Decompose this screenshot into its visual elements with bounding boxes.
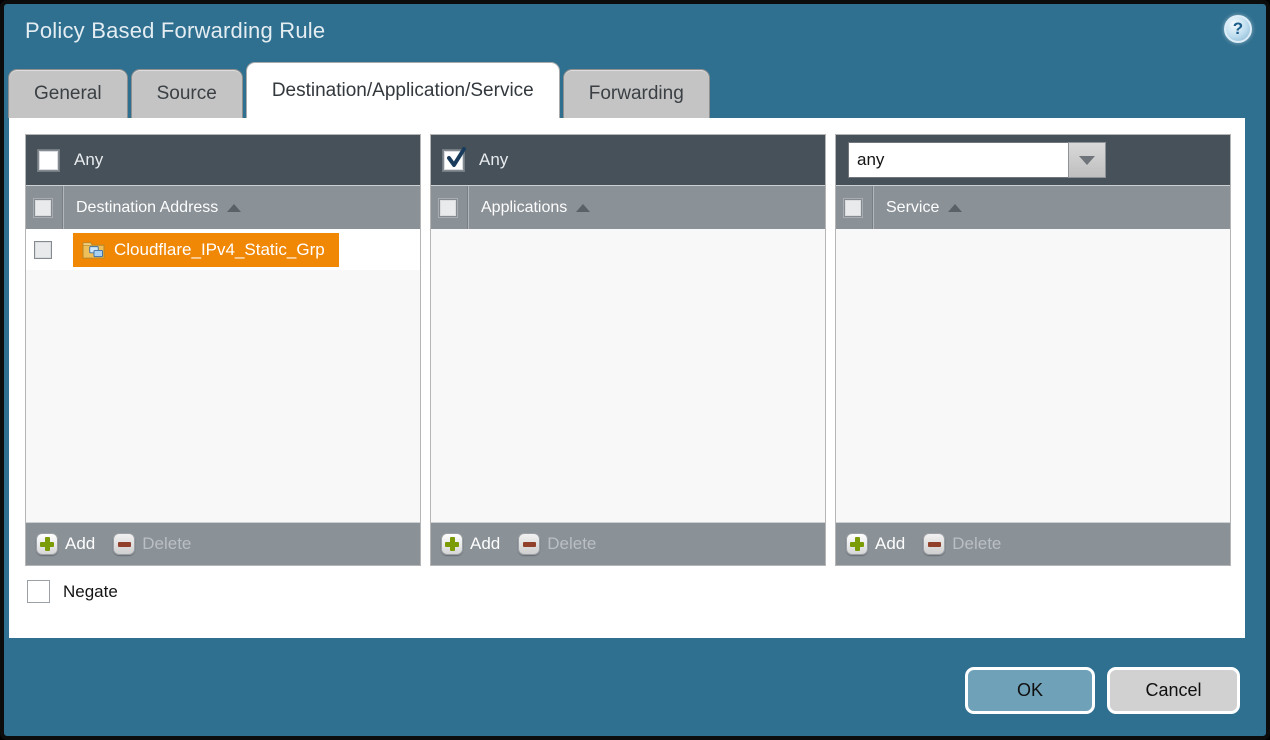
delete-button[interactable]: Delete [923, 533, 1001, 555]
destination-address-panel: Any Destination Address [25, 134, 421, 566]
service-footer-bar: Add Delete [836, 523, 1230, 565]
destination-address-column-header[interactable]: Destination Address [26, 185, 420, 229]
destination-any-bar: Any [26, 135, 420, 185]
ok-button[interactable]: OK [965, 667, 1095, 714]
applications-footer-bar: Add Delete [431, 523, 825, 565]
delete-button[interactable]: Delete [113, 533, 191, 555]
service-panel: any Service Add [835, 134, 1231, 566]
address-group-item[interactable]: Cloudflare_IPv4_Static_Grp [73, 233, 339, 267]
dialog-buttons: OK Cancel [965, 667, 1240, 714]
service-list [836, 229, 1230, 523]
tab-general[interactable]: General [8, 69, 128, 118]
address-group-icon [82, 240, 105, 259]
service-dropdown-value[interactable]: any [848, 142, 1068, 178]
sort-ascending-icon [227, 204, 241, 212]
applications-any-bar: Any [431, 135, 825, 185]
tab-forwarding[interactable]: Forwarding [563, 69, 710, 118]
service-select-all-checkbox[interactable] [844, 199, 862, 217]
selection-columns: Any Destination Address [25, 134, 1231, 566]
destination-footer-bar: Add Delete [26, 523, 420, 565]
destination-address-header-label: Destination Address [76, 199, 218, 217]
sort-ascending-icon [576, 204, 590, 212]
table-row[interactable]: Cloudflare_IPv4_Static_Grp [26, 229, 420, 270]
tab-source[interactable]: Source [131, 69, 243, 118]
negate-label: Negate [63, 582, 118, 602]
column-divider [872, 186, 873, 229]
plus-icon [441, 533, 463, 555]
page-title: Policy Based Forwarding Rule [25, 18, 325, 44]
service-header-label: Service [886, 199, 939, 217]
destination-select-all-checkbox[interactable] [34, 199, 52, 217]
add-button[interactable]: Add [441, 533, 500, 555]
destination-any-label: Any [74, 150, 103, 170]
plus-icon [36, 533, 58, 555]
add-button[interactable]: Add [36, 533, 95, 555]
minus-icon [923, 533, 945, 555]
service-column-header[interactable]: Service [836, 185, 1230, 229]
add-button[interactable]: Add [846, 533, 905, 555]
applications-any-label: Any [479, 150, 508, 170]
negate-checkbox[interactable] [27, 580, 50, 603]
applications-panel: Any Applications Add Delete [430, 134, 826, 566]
minus-icon [518, 533, 540, 555]
tab-content-panel: Any Destination Address [9, 118, 1245, 638]
help-icon[interactable]: ? [1224, 15, 1252, 43]
row-checkbox[interactable] [34, 241, 52, 259]
title-bar: Policy Based Forwarding Rule ? [4, 4, 1266, 64]
dialog-window: Policy Based Forwarding Rule ? General S… [0, 0, 1270, 740]
tab-bar: General Source Destination/Application/S… [8, 62, 713, 118]
service-dropdown[interactable]: any [848, 142, 1106, 178]
applications-list [431, 229, 825, 523]
column-divider [467, 186, 468, 229]
applications-any-checkbox[interactable] [443, 150, 464, 171]
service-dropdown-button[interactable] [1068, 142, 1106, 178]
applications-select-all-checkbox[interactable] [439, 199, 457, 217]
cancel-button[interactable]: Cancel [1107, 667, 1240, 714]
tab-destination-application-service[interactable]: Destination/Application/Service [246, 62, 560, 118]
negate-row: Negate [27, 580, 118, 603]
applications-column-header[interactable]: Applications [431, 185, 825, 229]
service-any-bar: any [836, 135, 1230, 185]
chevron-down-icon [1079, 156, 1095, 165]
address-group-name: Cloudflare_IPv4_Static_Grp [114, 240, 325, 260]
destination-address-list: Cloudflare_IPv4_Static_Grp [26, 229, 420, 523]
applications-header-label: Applications [481, 199, 567, 217]
column-divider [62, 186, 63, 229]
delete-button[interactable]: Delete [518, 533, 596, 555]
sort-ascending-icon [948, 204, 962, 212]
minus-icon [113, 533, 135, 555]
destination-any-checkbox[interactable] [38, 150, 59, 171]
plus-icon [846, 533, 868, 555]
